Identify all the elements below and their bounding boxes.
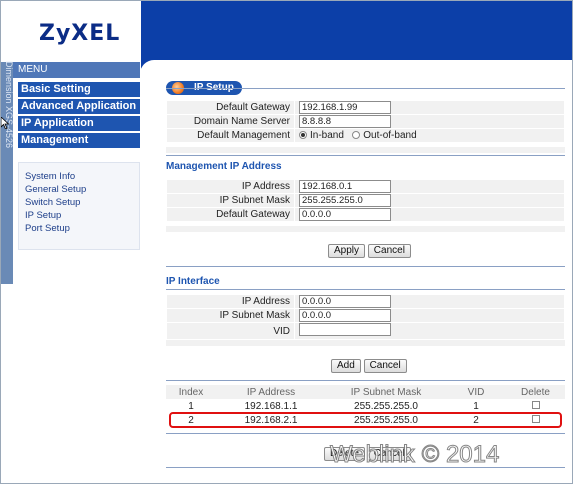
iface-cancel-button[interactable]: Cancel [363,359,407,373]
menu-title: MENU [13,62,140,78]
col-ip: IP Address [216,385,326,399]
menu-advanced-application[interactable]: Advanced Application [18,99,140,114]
outofband-radio[interactable] [352,131,361,140]
col-index: Index [166,385,216,399]
mgmt-gateway-field[interactable]: 0.0.0.0 [299,208,391,221]
inband-label: In-band [310,130,344,141]
divider [166,433,565,434]
divider [166,289,565,290]
submenu-ip-setup[interactable]: IP Setup [25,210,61,221]
submenu-system-info[interactable]: System Info [25,171,75,182]
divider [166,266,565,267]
menu-management[interactable]: Management [18,133,140,148]
iface-vid-label: VID [166,322,295,340]
submenu-general-setup[interactable]: General Setup [25,184,86,195]
mgmt-buttons: Apply Cancel [328,244,411,258]
menu-ip-application[interactable]: IP Application [18,116,140,131]
ip-interface-form: IP Address 0.0.0.0 IP Subnet Mask 0.0.0.… [166,294,565,340]
divider [166,155,565,156]
iface-buttons: Add Cancel [331,359,407,373]
watermark-text: Weblink © 2014 [329,441,500,469]
product-strip: Dimension XGS-4526 [1,61,14,284]
dns-field[interactable]: 8.8.8.8 [299,115,391,128]
ip-setup-form: Default Gateway 192.168.1.99 Domain Name… [166,100,565,143]
ip-interface-title: IP Interface [166,276,220,287]
add-button[interactable]: Add [331,359,361,373]
delete-checkbox[interactable] [531,400,540,409]
header-bar: ZyXEL [1,1,572,69]
divider [166,88,565,89]
mgmt-ip-title: Management IP Address [166,161,282,172]
default-gateway-field[interactable]: 192.168.1.99 [299,101,391,114]
iface-ip-label: IP Address [166,294,295,309]
iface-mask-label: IP Subnet Mask [166,308,295,323]
col-vid: VID [446,385,506,399]
submenu-switch-setup[interactable]: Switch Setup [25,197,80,208]
mgmt-mask-field[interactable]: 255.255.255.0 [299,194,391,207]
iface-mask-field[interactable]: 0.0.0.0 [299,309,391,322]
dns-label: Domain Name Server [166,114,295,129]
mgmt-ip-label: IP Address [166,179,295,194]
col-delete: Delete [506,385,565,399]
submenu-panel: System Info General Setup Switch Setup I… [18,162,140,250]
mgmt-ip-form: IP Address 192.168.0.1 IP Subnet Mask 25… [166,179,565,222]
mgmt-mask-label: IP Subnet Mask [166,193,295,208]
apply-button[interactable]: Apply [328,244,366,258]
table-row: 1 192.168.1.1 255.255.255.0 1 [166,399,565,413]
inband-radio[interactable] [299,131,307,140]
row-index: 1 [188,400,194,412]
form-spacer [166,226,565,232]
header-blue-band [141,1,572,69]
mgmt-ip-field[interactable]: 192.168.0.1 [299,180,391,193]
table-header: Index IP Address IP Subnet Mask VID Dele… [166,385,565,399]
brand-logo: ZyXEL [39,21,121,46]
cancel-button[interactable]: Cancel [367,244,411,258]
default-gateway-label: Default Gateway [166,100,295,115]
form-spacer [166,147,565,153]
submenu-port-setup[interactable]: Port Setup [25,223,70,234]
row-highlight-annotation [169,412,562,428]
row-ip: 192.168.1.1 [244,400,298,412]
divider [166,380,565,381]
mouse-cursor-icon [1,117,9,129]
iface-ip-field[interactable]: 0.0.0.0 [299,295,391,308]
mgmt-gateway-label: Default Gateway [166,207,295,222]
default-management-label: Default Management [166,128,295,143]
iface-vid-field[interactable] [299,323,391,336]
menu-basic-setting[interactable]: Basic Setting [18,82,140,97]
col-mask: IP Subnet Mask [326,385,446,399]
row-mask: 255.255.255.0 [354,400,418,412]
header-curve [140,60,572,74]
outofband-label: Out-of-band [363,130,417,141]
form-spacer [166,340,565,346]
sidebar: MENU Basic Setting Advanced Application … [13,62,140,284]
row-vid: 1 [473,400,479,412]
